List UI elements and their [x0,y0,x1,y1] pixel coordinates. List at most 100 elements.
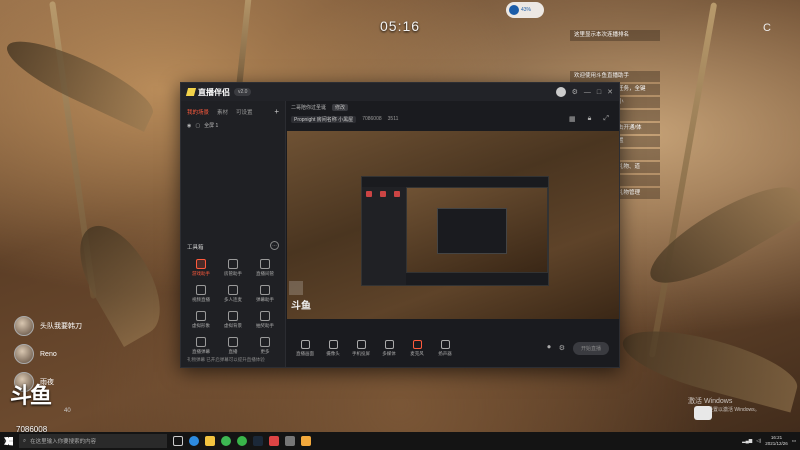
notification-center-icon[interactable]: ▭ [792,438,796,444]
record-icon[interactable]: ⏺ [547,344,551,352]
nested-app-capture [361,176,549,286]
scene-label: 全屏 1 [204,123,219,129]
network-widget[interactable]: 43% [506,2,544,18]
tool-item[interactable]: 多人连麦 [217,285,249,303]
app-name: 直播伴侣 [198,87,230,97]
wechat-icon[interactable] [237,436,247,446]
layout-icon[interactable]: ▦ [569,115,576,123]
streamer-app-icon[interactable] [301,436,311,446]
app-icon[interactable] [285,436,295,446]
taskbar-search[interactable]: ⌕ 在这里输入你要搜索的内容 [19,434,167,448]
tool-item[interactable]: 虚拟形象 [185,311,217,329]
barrage-tool-icon [196,337,206,347]
tab-settings[interactable]: 可设置 [236,108,253,116]
close-icon[interactable]: ✕ [607,88,613,96]
lock-icon[interactable]: 🔒︎ [588,115,592,123]
avatar [14,316,34,336]
sidebar-tabs: 我的场景 素材 可设置 + [181,101,285,120]
stream-preview[interactable]: 斗鱼 [287,131,619,319]
camera-button[interactable]: 摄像头 [319,339,347,357]
douyu-level: 40 [64,408,71,414]
toolbox-title: 工具箱 [187,245,204,251]
room-category[interactable]: Propnight 房间名称 小黑屋 [291,115,357,123]
viewer-item[interactable]: 头队我要韩刀 [14,312,82,340]
sidebar-footer: 礼物弹幕 已开启弹幕可以提升直播体验 [187,357,265,362]
user-avatar[interactable] [555,87,566,97]
corn-leaf [638,170,800,300]
steam-icon[interactable] [253,436,263,446]
microphone-button[interactable]: 麦克风 [403,339,431,357]
live-tool-icon [228,337,238,347]
room-tool-icon [260,259,270,269]
chrome-icon[interactable] [221,436,231,446]
game-tool-icon [196,259,206,269]
tool-item[interactable]: 更多 [249,337,281,355]
toolbox-more-icon[interactable]: … [270,241,279,250]
viewer-item[interactable]: Reno [14,340,82,368]
minimize-icon[interactable]: — [584,89,591,96]
tool-item[interactable]: 虚拟背景 [217,311,249,329]
media-button[interactable]: 多媒体 [375,339,403,357]
titlebar-actions: ⚙ — □ ✕ [555,87,613,97]
douyu-watermark: 斗鱼 [291,301,311,312]
tray-clock[interactable]: 16:21 2021/12/26 [765,435,788,447]
visibility-icon[interactable]: ◉ [187,123,191,129]
tool-item[interactable]: 直播间管 [249,259,281,277]
tab-scenes[interactable]: 我的场景 [187,108,209,116]
video-tool-icon [196,285,206,295]
douyu-logo: 斗鱼 [10,383,52,408]
fullscreen-icon[interactable]: ⤢ [603,115,609,123]
room-stat-bar: Propnight 房间名称 小黑屋 7086008 3511 ▦ 🔒︎ ⤢ [287,113,619,125]
play-icon [384,339,394,349]
online-count: 3511 [387,116,399,122]
network-widget-value: 43% [521,7,532,13]
multi-mic-icon [228,285,238,295]
microphone-icon [412,339,422,349]
task-view-icon[interactable] [173,436,183,446]
tab-materials[interactable]: 素材 [217,108,228,116]
app-icon[interactable] [269,436,279,446]
maximize-icon[interactable]: □ [597,89,601,96]
tool-item[interactable]: 直播弹幕 [185,337,217,355]
room-info-bar: 二哥陪你过圣诞 修改 [287,101,619,113]
phone-cast-button[interactable]: 手机投屏 [347,339,375,357]
tool-item[interactable]: 视频直播 [185,285,217,303]
app-titlebar[interactable]: 直播伴侣 v2.0 ⚙ — □ ✕ [181,83,619,101]
avatar [14,344,34,364]
scene-item[interactable]: ◉ ▢ 全屏 1 [181,120,285,131]
control-bar: 直播画面 摄像头 手机投屏 多媒体 麦克风 扬声器 ⏺ ⚙ 开始直播 [287,329,619,367]
network-icon[interactable]: ▂▄▆ [742,438,752,444]
edit-room-button[interactable]: 修改 [332,103,349,111]
desktop-clock: 05:16 [380,18,421,34]
app-logo: 直播伴侣 [185,87,230,98]
settings-icon[interactable]: ⚙ [559,344,565,352]
room-number: 7086008 [362,116,382,122]
background-tool-icon [228,311,238,321]
explorer-icon[interactable] [205,436,215,446]
corn-leaf [0,28,161,132]
room-title: 二哥陪你过圣诞 [291,104,327,111]
tool-item[interactable]: 抽奖助手 [249,311,281,329]
lottery-tool-icon [260,311,270,321]
start-stream-button[interactable]: 开始直播 [572,341,609,355]
windows-start-icon[interactable] [4,436,13,446]
admin-tool-icon [228,259,238,269]
tool-item[interactable]: 房管助手 [217,259,249,277]
search-icon: ⌕ [23,437,27,444]
tool-item[interactable]: 直播 [217,337,249,355]
add-scene-icon[interactable]: + [274,107,279,116]
preview-actions: ▦ 🔒︎ ⤢ [569,115,615,123]
speaker-button[interactable]: 扬声器 [431,339,459,357]
settings-icon[interactable]: ⚙ [572,88,578,96]
weather-icon: C [763,22,771,34]
more-tool-icon [260,337,270,347]
lock-icon[interactable]: ▢ [195,123,200,129]
screen-source-button[interactable]: 直播画面 [291,339,319,357]
volume-icon[interactable]: ◁) [756,438,761,444]
edge-icon[interactable] [189,436,199,446]
camera-icon [694,406,712,420]
app-version-badge[interactable]: v2.0 [234,88,252,96]
taskbar: ⌕ 在这里输入你要搜索的内容 ▂▄▆ ◁) 16:21 2021/12/26 ▭ [0,432,800,450]
tool-item[interactable]: 弹幕助手 [249,285,281,303]
tool-item[interactable]: 游戏助手 [185,259,217,277]
